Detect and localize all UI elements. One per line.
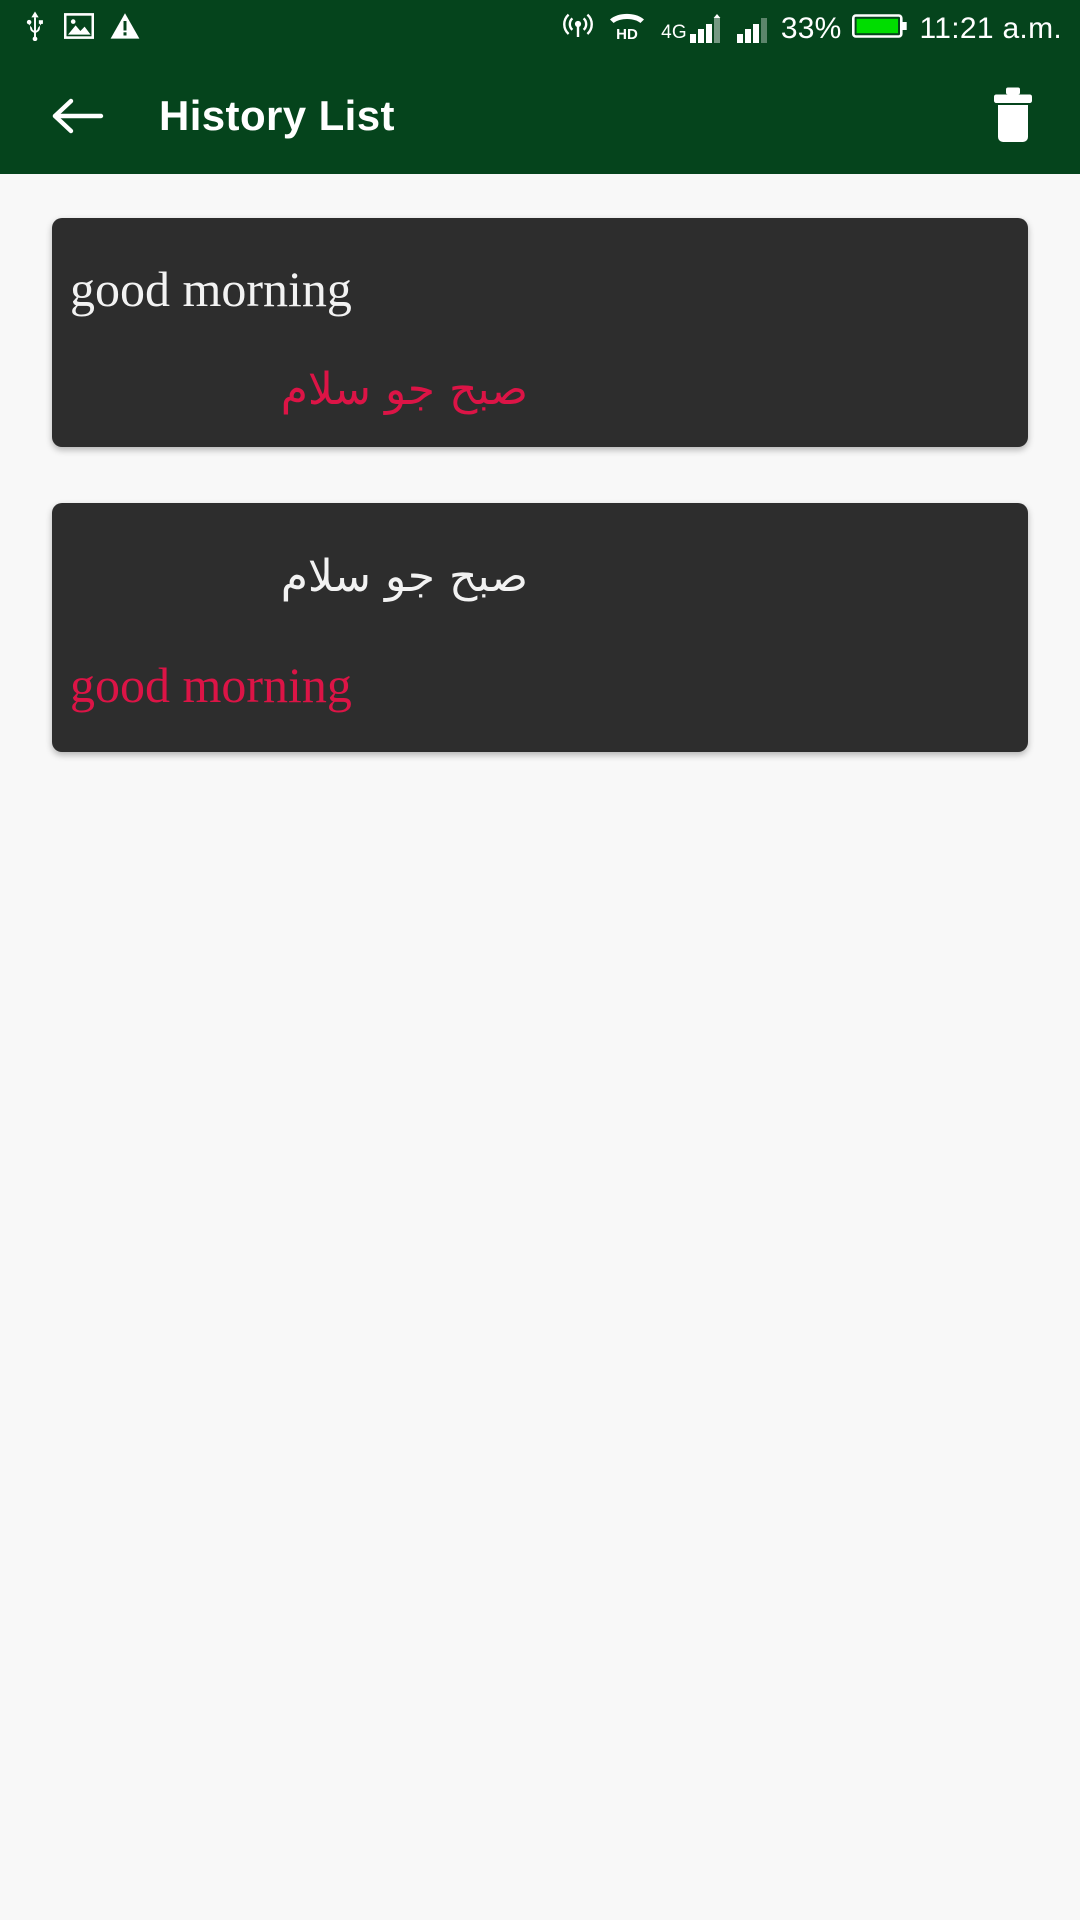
history-list: good morning صبح جو سلام صبح جو سلام goo… [0, 174, 1080, 1920]
warning-icon [110, 12, 140, 45]
history-source-text: صبح جو سلام [280, 550, 528, 602]
signal-sim2-icon [736, 14, 770, 44]
history-translated-text: صبح جو سلام [280, 363, 528, 415]
hd-voice-label: HD [616, 26, 638, 41]
history-translated-text: good morning [70, 657, 352, 714]
delete-history-button[interactable] [976, 79, 1050, 153]
back-button[interactable] [40, 79, 114, 153]
history-item-card[interactable]: good morning صبح جو سلام [52, 218, 1028, 447]
image-icon [63, 12, 95, 45]
back-arrow-icon [52, 98, 104, 133]
clock-label: 11:21 a.m. [919, 11, 1062, 45]
network-type-label: 4G [661, 21, 687, 43]
usb-icon [22, 11, 48, 46]
page-title: History List [159, 91, 395, 139]
app-bar: History List [0, 57, 1080, 174]
battery-icon [852, 11, 908, 46]
status-bar-right-icons: HD 4G 33% 11:21 a.m. [563, 11, 1062, 46]
hotspot-icon [563, 11, 594, 46]
battery-percent-label: 33% [780, 11, 842, 45]
signal-sim1-icon: 4G [661, 13, 725, 44]
history-item-card[interactable]: صبح جو سلام good morning [52, 502, 1028, 752]
hd-voice-icon: HD [604, 11, 650, 46]
history-source-text: good morning [70, 261, 352, 317]
status-bar: HD 4G 33% 11:21 a.m. [0, 0, 1080, 57]
status-bar-left-icons [22, 11, 140, 46]
trash-icon [994, 87, 1032, 142]
